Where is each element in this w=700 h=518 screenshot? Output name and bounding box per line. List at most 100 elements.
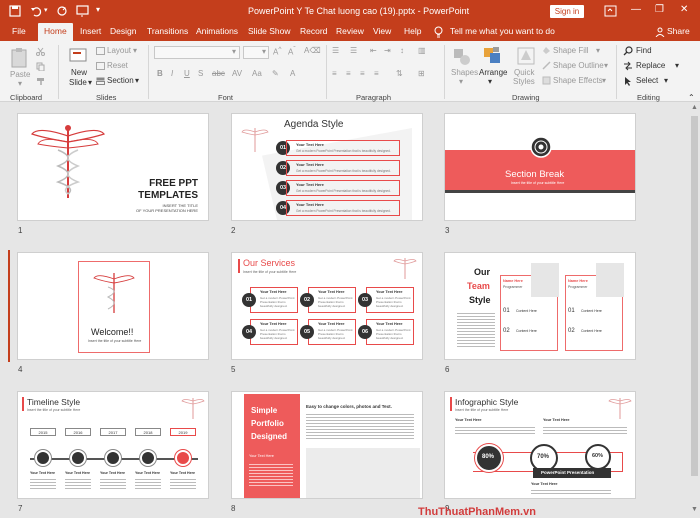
font-size-dropdown-icon[interactable]: ▾: [262, 47, 266, 56]
select-button[interactable]: Select: [636, 76, 658, 85]
strikethrough-icon[interactable]: S: [198, 69, 203, 78]
line-spacing-icon[interactable]: ↕: [400, 46, 404, 55]
arrange-dropdown-icon[interactable]: ▾: [488, 77, 492, 86]
scroll-up-icon[interactable]: ▲: [691, 104, 698, 111]
section-dropdown-icon[interactable]: ▾: [135, 76, 139, 85]
replace-icon[interactable]: [623, 61, 633, 71]
redo-icon[interactable]: [56, 5, 68, 17]
shape-fill-icon[interactable]: [542, 46, 551, 55]
font-name-box[interactable]: [154, 46, 240, 59]
tab-file[interactable]: File: [12, 26, 26, 36]
reset-button[interactable]: Reset: [107, 61, 128, 70]
decrease-font-icon[interactable]: Aˇ: [288, 46, 296, 57]
find-button[interactable]: Find: [636, 46, 652, 55]
close-button[interactable]: ✕: [680, 4, 688, 15]
paste-button[interactable]: Paste: [10, 70, 30, 79]
scroll-thumb[interactable]: [691, 116, 698, 476]
arrange-button[interactable]: Arrange: [479, 68, 507, 77]
align-center-icon[interactable]: ≡: [346, 69, 351, 78]
increase-indent-icon[interactable]: ⇥: [384, 46, 391, 55]
vertical-scrollbar[interactable]: ▲ ▼: [689, 102, 700, 518]
slide-thumbnail-8[interactable]: Simple Portfolio Designed Your Text Here…: [231, 391, 423, 499]
clear-formatting-icon[interactable]: A⌫: [304, 46, 321, 55]
tab-record[interactable]: Record: [300, 26, 327, 36]
tab-view[interactable]: View: [373, 26, 391, 36]
cut-icon[interactable]: [36, 47, 45, 56]
section-icon[interactable]: [96, 77, 105, 85]
minimize-button[interactable]: —: [631, 4, 641, 15]
undo-dropdown-icon[interactable]: ▾: [44, 6, 48, 14]
quick-styles-icon[interactable]: [516, 46, 536, 66]
slide-thumbnail-9[interactable]: Infographic Style Insert the title of yo…: [444, 391, 636, 499]
slide-thumbnail-5[interactable]: Our Services Insert the title of your su…: [231, 252, 423, 360]
scroll-down-icon[interactable]: ▼: [691, 506, 698, 513]
highlight-icon[interactable]: ✎: [272, 69, 279, 78]
text-direction-icon[interactable]: ⇅: [396, 69, 403, 78]
char-spacing-icon[interactable]: AV: [232, 69, 242, 78]
columns-icon[interactable]: ▥: [418, 46, 426, 55]
numbering-icon[interactable]: ☰: [350, 46, 357, 55]
increase-font-icon[interactable]: A^: [273, 46, 281, 57]
save-icon[interactable]: [9, 5, 21, 17]
tab-home[interactable]: Home: [38, 23, 73, 41]
layout-dropdown-icon[interactable]: ▾: [133, 46, 137, 55]
bold-icon[interactable]: B: [157, 69, 163, 78]
paste-icon[interactable]: [10, 47, 30, 69]
replace-dropdown-icon[interactable]: ▾: [675, 61, 679, 70]
font-color-icon[interactable]: A: [290, 69, 295, 78]
undo-icon[interactable]: [30, 5, 42, 17]
new-slide-dropdown-icon[interactable]: ▾: [88, 78, 92, 87]
tab-transitions[interactable]: Transitions: [147, 26, 188, 36]
slide-thumbnail-4[interactable]: Welcome!! Insert the title of your subti…: [17, 252, 209, 360]
change-case-icon[interactable]: Aa: [252, 69, 262, 78]
decrease-indent-icon[interactable]: ⇤: [370, 46, 377, 55]
slide-thumbnail-1[interactable]: FREE PPT TEMPLATES INSERT THE TITLE OF Y…: [17, 113, 209, 221]
maximize-button[interactable]: ❐: [655, 4, 664, 15]
shape-effects-icon[interactable]: [542, 76, 551, 85]
shape-effects-button[interactable]: Shape Effects: [553, 76, 603, 85]
tab-design[interactable]: Design: [110, 26, 136, 36]
reset-icon[interactable]: [96, 62, 105, 70]
smartart-icon[interactable]: ⊞: [418, 69, 425, 78]
format-painter-icon[interactable]: [36, 77, 45, 86]
slide-thumbnail-7[interactable]: Timeline Style Insert the title of your …: [17, 391, 209, 499]
shadow-icon[interactable]: abc: [212, 69, 225, 78]
align-right-icon[interactable]: ≡: [360, 69, 365, 78]
sign-in-button[interactable]: Sign in: [550, 5, 584, 18]
tab-animations[interactable]: Animations: [196, 26, 238, 36]
share-icon[interactable]: [655, 27, 665, 37]
shapes-icon[interactable]: [452, 47, 472, 67]
replace-button[interactable]: Replace: [636, 61, 665, 70]
ribbon-display-options-icon[interactable]: [604, 5, 617, 17]
tab-review[interactable]: Review: [336, 26, 364, 36]
collapse-ribbon-icon[interactable]: ⌃: [688, 93, 695, 102]
shapes-dropdown-icon[interactable]: ▾: [459, 77, 463, 86]
slide-thumbnail-6[interactable]: Our Team Style Name Here Programmer 01 C…: [444, 252, 636, 360]
slide-thumbnail-2[interactable]: Agenda Style 01 Your Text Here Get a mod…: [231, 113, 423, 221]
arrange-icon[interactable]: [482, 46, 504, 66]
copy-icon[interactable]: [36, 62, 45, 71]
justify-icon[interactable]: ≡: [374, 69, 379, 78]
italic-icon[interactable]: I: [171, 69, 173, 78]
shapes-button[interactable]: Shapes: [451, 68, 478, 77]
bullets-icon[interactable]: ☰: [332, 46, 339, 55]
paste-dropdown-icon[interactable]: ▾: [18, 79, 22, 88]
new-slide-icon[interactable]: [68, 47, 88, 65]
underline-icon[interactable]: U: [184, 69, 190, 78]
shape-fill-dropdown-icon[interactable]: ▾: [596, 46, 600, 55]
layout-icon[interactable]: [96, 47, 105, 55]
shape-effects-dropdown-icon[interactable]: ▾: [602, 76, 606, 85]
tell-me-search[interactable]: Tell me what you want to do: [450, 26, 555, 36]
tab-help[interactable]: Help: [404, 26, 421, 36]
quick-styles-button[interactable]: Quick: [514, 68, 534, 77]
shape-outline-dropdown-icon[interactable]: ▾: [604, 61, 608, 70]
align-left-icon[interactable]: ≡: [332, 69, 337, 78]
tab-insert[interactable]: Insert: [80, 26, 101, 36]
font-name-dropdown-icon[interactable]: ▾: [232, 47, 236, 56]
section-button[interactable]: Section: [107, 76, 134, 85]
share-button[interactable]: Share: [667, 26, 690, 36]
select-dropdown-icon[interactable]: ▾: [664, 76, 668, 85]
layout-button[interactable]: Layout: [107, 46, 131, 55]
present-icon[interactable]: [76, 5, 89, 17]
new-slide-button[interactable]: New: [71, 68, 87, 77]
